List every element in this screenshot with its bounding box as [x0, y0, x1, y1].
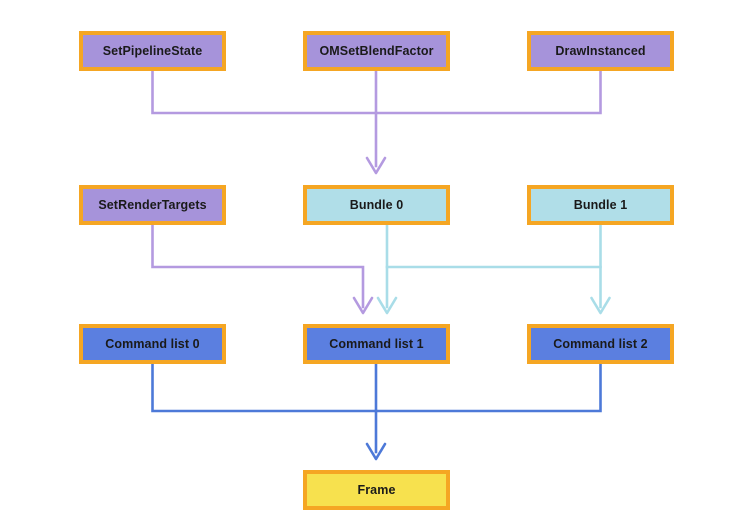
edge-bundle0-to-commandlist1 — [376, 223, 398, 315]
node-label: SetPipelineState — [102, 43, 203, 58]
edge-drawinstanced-to-bundle0 — [374, 69, 602, 115]
edge-setpipelinestate-to-bundle0 — [151, 69, 378, 115]
node-label: Command list 1 — [329, 336, 424, 351]
diagram-canvas: SetPipelineState OMSetBlendFactor DrawIn… — [0, 0, 752, 528]
node-label: OMSetBlendFactor — [319, 43, 434, 58]
edge-commandlist0-to-frame — [151, 362, 378, 413]
node-setpipelinestate[interactable]: SetPipelineState — [79, 31, 226, 71]
node-label: Frame — [357, 482, 396, 497]
edge-omsetblendfactor-to-bundle0 — [365, 69, 387, 175]
node-bundle-0[interactable]: Bundle 0 — [303, 185, 450, 225]
edge-layer — [151, 69, 611, 461]
node-label: Bundle 0 — [349, 197, 404, 212]
node-setrendertargets[interactable]: SetRenderTargets — [79, 185, 226, 225]
node-label: Command list 0 — [105, 336, 200, 351]
node-command-list-0[interactable]: Command list 0 — [79, 324, 226, 364]
node-bundle-1[interactable]: Bundle 1 — [527, 185, 674, 225]
edge-commandlist2-to-frame — [374, 362, 602, 413]
node-omsetblendfactor[interactable]: OMSetBlendFactor — [303, 31, 450, 71]
node-command-list-2[interactable]: Command list 2 — [527, 324, 674, 364]
node-label: Command list 2 — [553, 336, 648, 351]
node-drawinstanced[interactable]: DrawInstanced — [527, 31, 674, 71]
node-label: DrawInstanced — [555, 43, 646, 58]
node-frame[interactable]: Frame — [303, 470, 450, 510]
edge-bundle1-to-commandlist2 — [590, 223, 611, 315]
edge-setrendertargets-to-commandlist1 — [151, 223, 374, 315]
node-command-list-1[interactable]: Command list 1 — [303, 324, 450, 364]
node-label: Bundle 1 — [573, 197, 628, 212]
node-label: SetRenderTargets — [98, 197, 207, 212]
